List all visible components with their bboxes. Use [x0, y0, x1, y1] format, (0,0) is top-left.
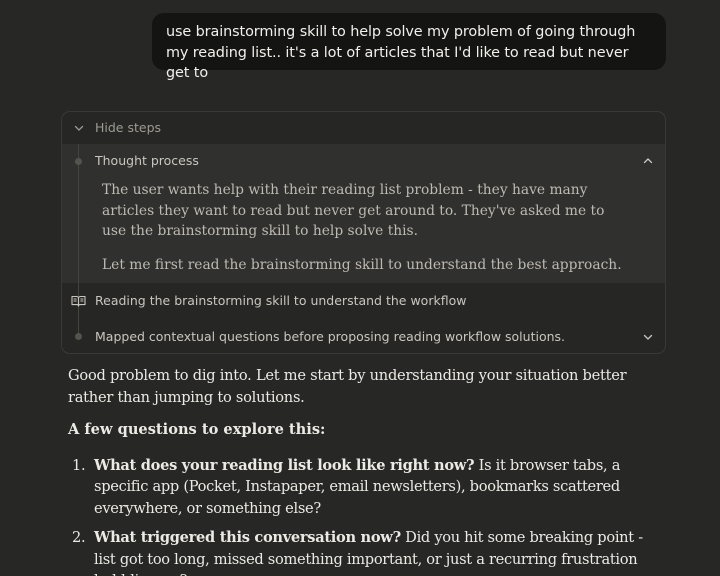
response-intro: Good problem to dig into. Let me start b…	[68, 367, 627, 406]
hide-steps-label: Hide steps	[95, 120, 162, 135]
hide-steps-toggle[interactable]: Hide steps	[62, 112, 665, 144]
thought-process-block: Thought process The user wants help with…	[62, 144, 665, 283]
list-item-number: 2.	[72, 529, 86, 546]
reading-step: Reading the brainstorming skill to under…	[62, 283, 665, 319]
question-bold: What does your reading list look like ri…	[94, 456, 475, 474]
thought-process-text: The user wants help with their reading l…	[102, 180, 622, 288]
chevron-down-icon	[74, 125, 84, 131]
chevron-up-icon	[643, 158, 653, 164]
thought-process-header[interactable]: Thought process	[62, 144, 665, 178]
list-item: 1. What does your reading list look like…	[68, 455, 658, 520]
timeline-dot	[75, 333, 82, 340]
thought-process-label: Thought process	[95, 153, 199, 168]
chevron-down-icon	[643, 334, 653, 340]
question-list: 1. What does your reading list look like…	[68, 455, 658, 576]
summary-step[interactable]: Mapped contextual questions before propo…	[62, 319, 665, 353]
book-open-icon	[71, 295, 86, 307]
user-message-text: use brainstorming skill to help solve my…	[166, 24, 636, 81]
question-bold: What triggered this conversation now?	[94, 529, 401, 546]
thought-paragraph: Let me first read the brainstorming skil…	[102, 256, 622, 273]
reading-step-label: Reading the brainstorming skill to under…	[95, 293, 467, 308]
summary-step-label: Mapped contextual questions before propo…	[95, 329, 565, 344]
user-message-bubble: use brainstorming skill to help solve my…	[152, 13, 666, 81]
thought-paragraph: The user wants help with their reading l…	[102, 182, 605, 239]
list-item: 2. What triggered this conversation now?…	[68, 527, 658, 576]
assistant-response: Good problem to dig into. Let me start b…	[68, 365, 658, 576]
response-heading: A few questions to explore this:	[68, 421, 326, 438]
list-item-number: 1.	[72, 456, 86, 474]
steps-panel: Hide steps Thought process The user want…	[61, 111, 666, 354]
